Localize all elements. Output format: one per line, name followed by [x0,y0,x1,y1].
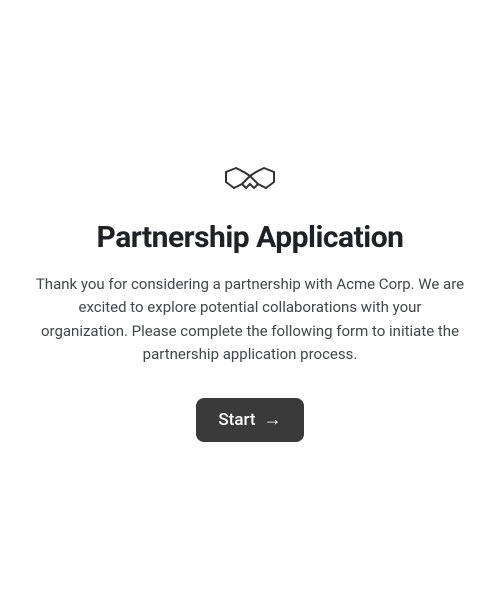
intro-text: Thank you for considering a partnership … [35,273,465,366]
handshake-icon [220,158,280,206]
start-button[interactable]: Start → [196,398,303,442]
arrow-right-icon: → [264,411,282,429]
page-title: Partnership Application [97,220,404,255]
start-button-label: Start [218,410,255,430]
